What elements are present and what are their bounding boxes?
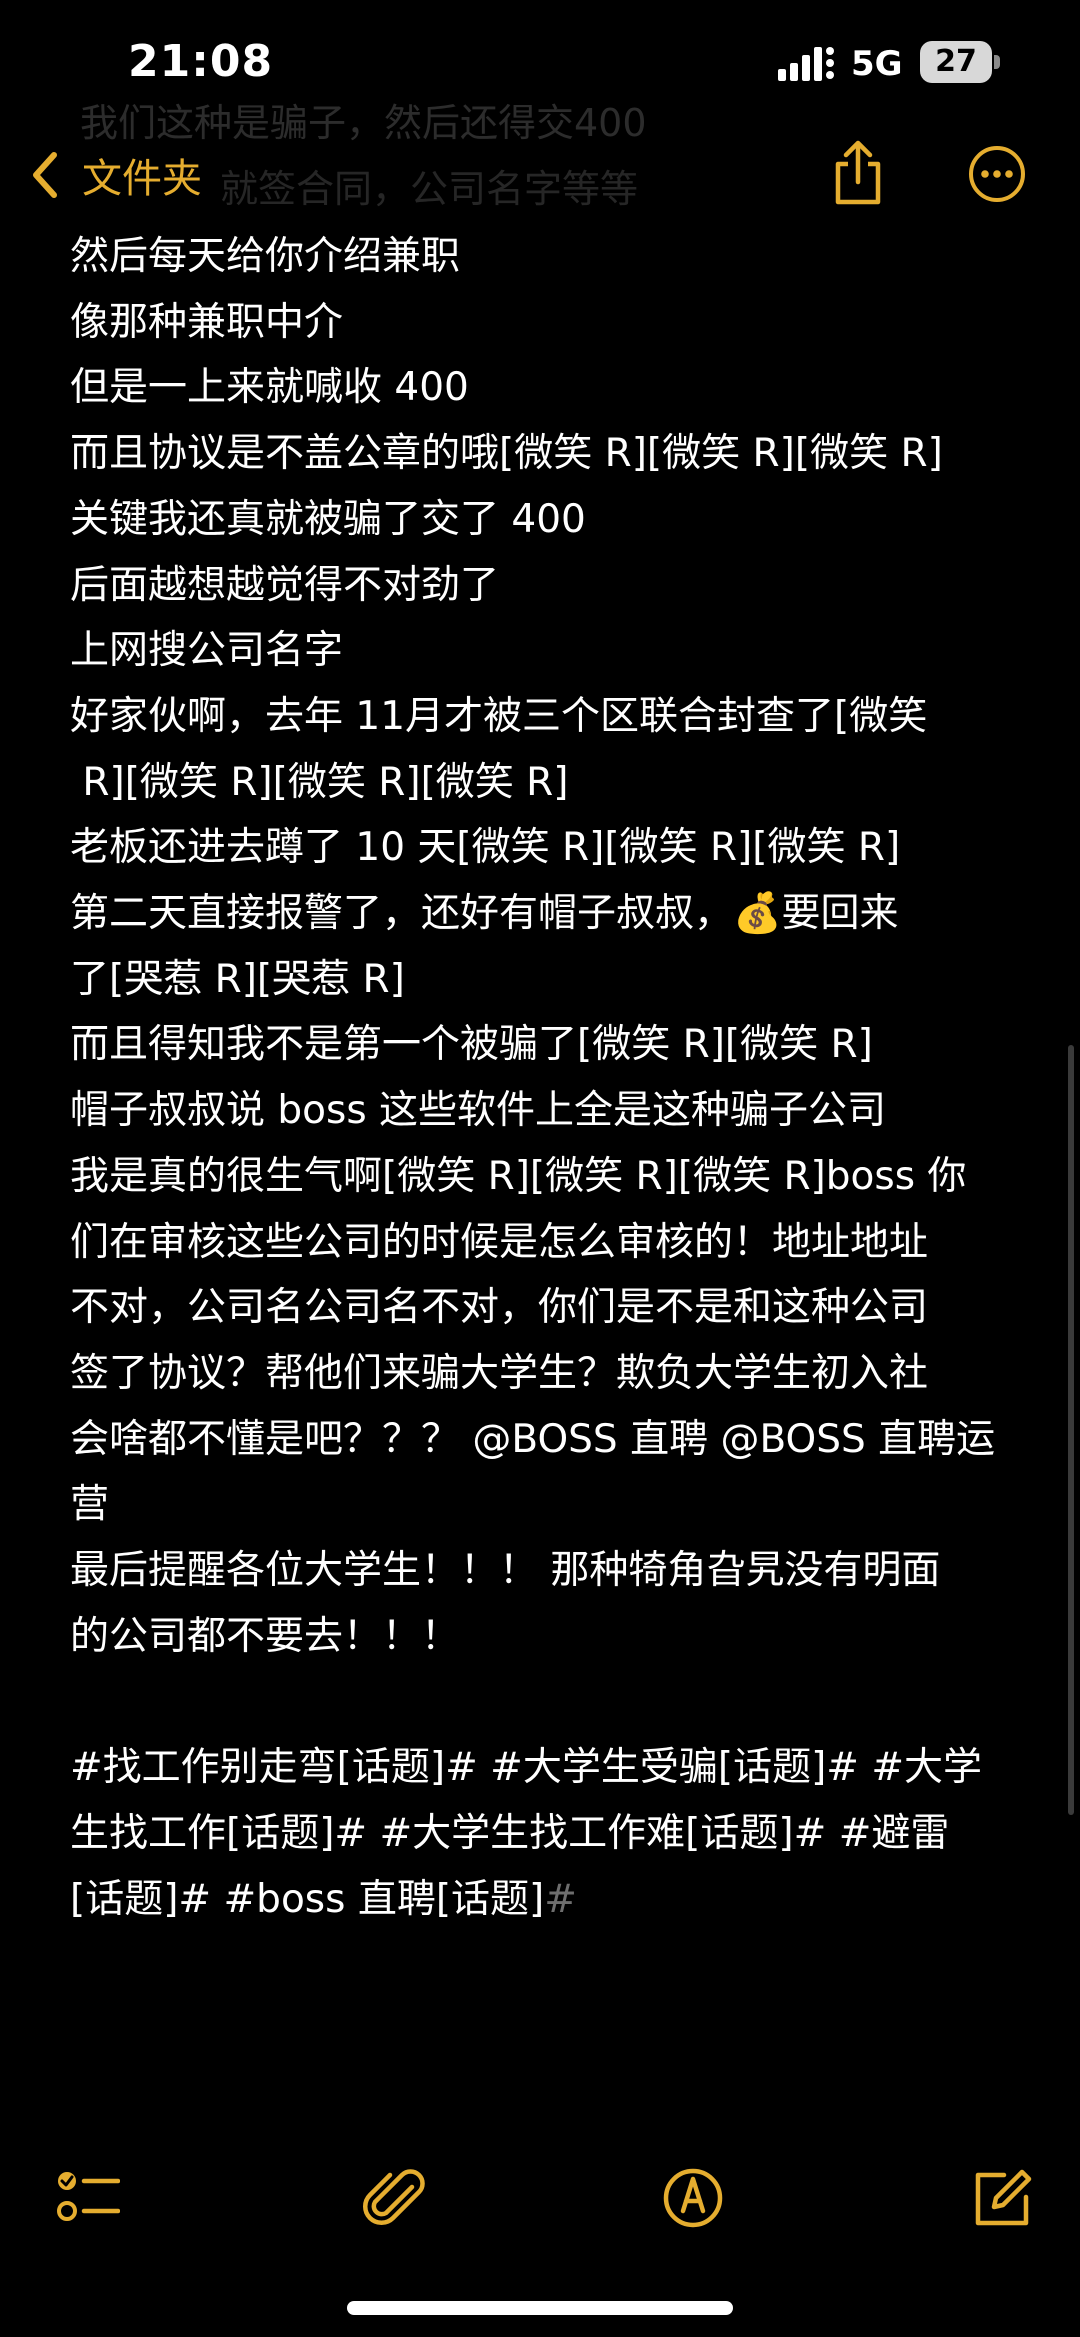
note-line: 签了协议？帮他们来骗大学生？欺负大学生初入社 xyxy=(70,1350,929,1396)
note-line: 好家伙啊，去年 11月才被三个区联合封查了[微笑 xyxy=(70,693,928,739)
note-line xyxy=(70,1669,1015,1735)
note-line: 而且得知我不是第一个被骗了[微笑 R][微笑 R] xyxy=(70,1022,873,1068)
note-line: 的公司都不要去！！！ xyxy=(70,1613,461,1659)
cellular-signal-icon xyxy=(778,47,834,81)
battery-level: 27 xyxy=(935,44,977,79)
more-icon[interactable] xyxy=(968,145,1026,203)
note-line: 后面越想越觉得不对劲了 xyxy=(70,562,500,608)
battery-indicator: 27 xyxy=(920,41,1000,83)
checklist-icon[interactable] xyxy=(54,2165,120,2231)
note-line: 营 xyxy=(70,1482,110,1528)
back-button[interactable]: 文件夹 xyxy=(28,140,202,210)
note-line: 第二天直接报警了，还好有帽子叔叔，💰要回来 xyxy=(70,891,899,937)
scroll-indicator[interactable] xyxy=(1068,1045,1074,1815)
bottom-toolbar xyxy=(0,2150,1080,2250)
note-line-text: [话题]# #boss 直聘[话题] xyxy=(70,1876,545,1922)
pen-circle-icon[interactable] xyxy=(660,2165,726,2231)
note-line: R][微笑 R][微笑 R][微笑 R] xyxy=(70,759,569,805)
chevron-left-icon xyxy=(33,152,57,198)
battery-tip xyxy=(994,55,1000,69)
note-line: 最后提醒各位大学生！！！ 那种犄角旮旯没有明面 xyxy=(70,1548,941,1594)
note-line: 了[哭惹 R][哭惹 R] xyxy=(70,956,405,1002)
share-icon[interactable] xyxy=(828,140,888,206)
scrolled-text-ghost: 我们这种是骗子，然后还得交400 xyxy=(80,101,647,145)
note-line: 们在审核这些公司的时候是怎么审核的！地址地址 xyxy=(70,1219,929,1265)
note-line: 生找工作[话题]# #大学生找工作难[话题]# #避雷 xyxy=(70,1810,950,1856)
notes-screen: 21:08 5G 27 我们这种是骗子，然后还得交400 就签合同，公司名字等等… xyxy=(0,0,1080,2337)
note-body[interactable]: 然后每天给你介绍兼职 像那种兼职中介 但是一上来就喊收 400 而且协议是不盖公… xyxy=(70,224,1015,1932)
note-line: 然后每天给你介绍兼职 xyxy=(70,234,461,279)
home-indicator[interactable] xyxy=(347,2301,733,2315)
note-line: 帽子叔叔说 boss 这些软件上全是这种骗子公司 xyxy=(70,1088,887,1134)
status-time: 21:08 xyxy=(128,36,274,87)
note-line: 关键我还真就被骗了交了 400 xyxy=(70,496,586,542)
note-line: 但是一上来就喊收 400 xyxy=(70,365,469,411)
note-line: 老板还进去蹲了 10 天[微笑 R][微笑 R][微笑 R] xyxy=(70,825,901,871)
back-label: 文件夹 xyxy=(82,156,202,202)
note-line: 不对，公司名公司名不对，你们是不是和这种公司 xyxy=(70,1285,929,1331)
note-line: 而且协议是不盖公章的哦[微笑 R][微笑 R][微笑 R] xyxy=(70,431,943,477)
scrolled-text-ghost-2: 就签合同，公司名字等等 xyxy=(220,167,639,211)
note-line: #找工作别走弯[话题]# #大学生受骗[话题]# #大学 xyxy=(70,1745,983,1791)
paperclip-icon[interactable] xyxy=(360,2165,426,2231)
note-line: 我是真的很生气啊[微笑 R][微笑 R][微笑 R]boss 你 xyxy=(70,1153,967,1199)
note-trailing-char: # xyxy=(544,1876,577,1922)
compose-icon[interactable] xyxy=(968,2165,1034,2231)
note-line: 会啥都不懂是吧？？？ @BOSS 直聘 @BOSS 直聘运 xyxy=(70,1416,996,1462)
network-type: 5G xyxy=(851,44,903,84)
note-line: 像那种兼职中介 xyxy=(70,299,344,345)
note-line-last: [话题]# #boss 直聘[话题]# xyxy=(70,1867,1015,1933)
note-line: 上网搜公司名字 xyxy=(70,628,344,674)
